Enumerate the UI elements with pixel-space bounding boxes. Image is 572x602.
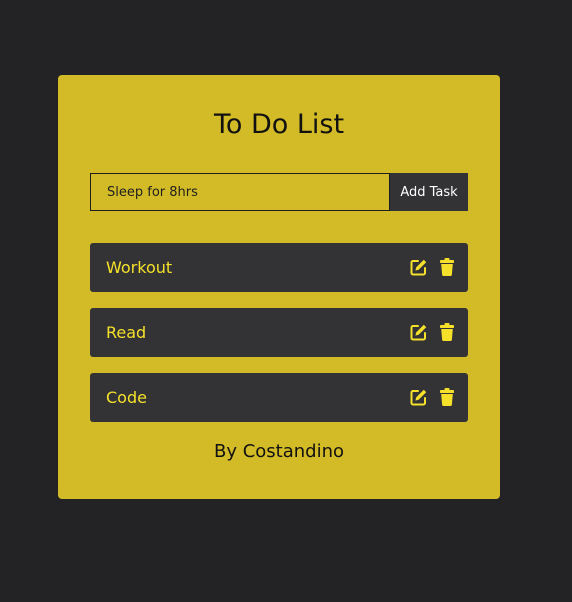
task-label: Code <box>106 388 147 407</box>
footer-credit: By Costandino <box>213 441 345 462</box>
task-label: Workout <box>106 258 173 277</box>
edit-icon[interactable] <box>410 258 428 276</box>
edit-icon[interactable] <box>410 323 428 341</box>
task-input[interactable] <box>90 173 390 211</box>
page-title: To Do List <box>213 109 345 140</box>
task-item-workout: Workout <box>90 243 468 292</box>
task-label: Read <box>106 323 147 342</box>
trash-icon[interactable] <box>438 258 456 276</box>
trash-icon[interactable] <box>438 388 456 406</box>
trash-icon[interactable] <box>438 323 456 341</box>
task-item-code: Code <box>90 373 468 422</box>
add-task-button[interactable]: Add Task <box>390 173 468 211</box>
edit-icon[interactable] <box>410 388 428 406</box>
todo-card: To Do List Add Task Workout Read <box>58 75 500 499</box>
task-item-read: Read <box>90 308 468 357</box>
